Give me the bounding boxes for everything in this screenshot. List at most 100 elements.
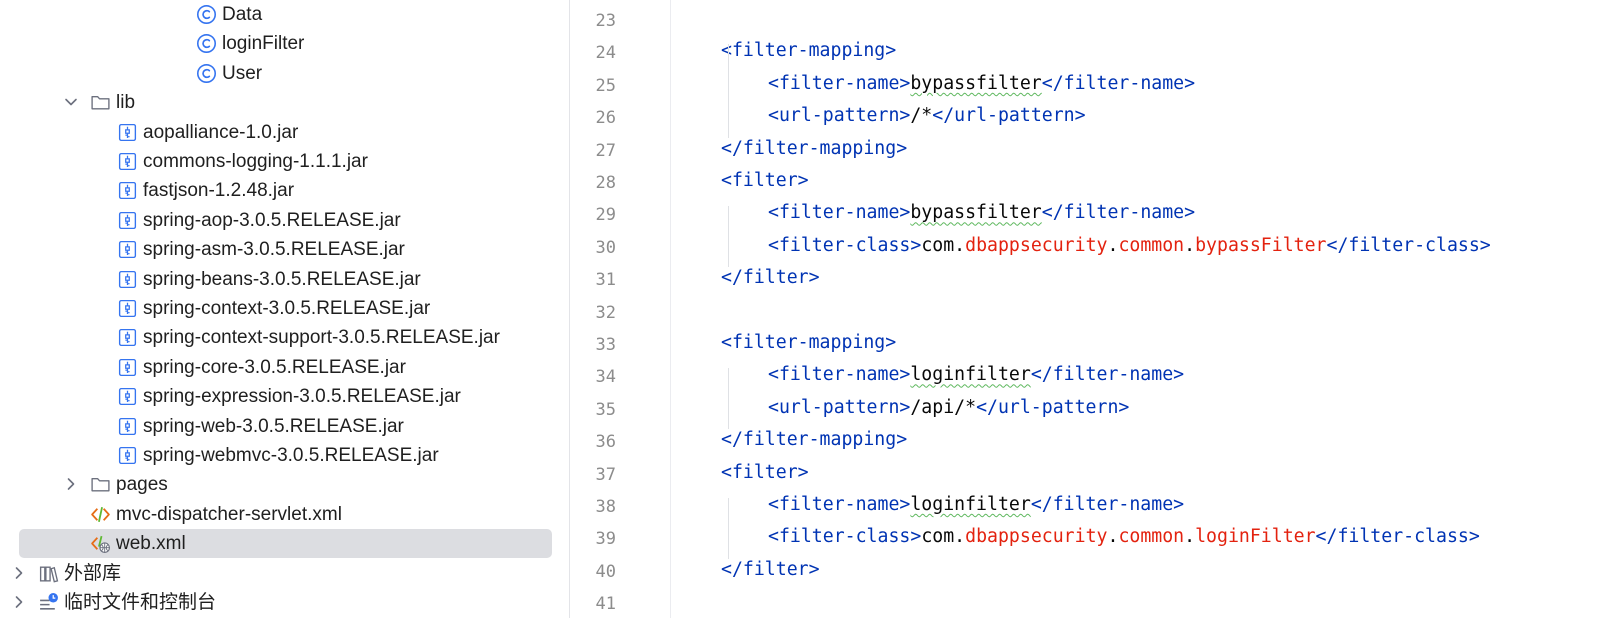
line-number: 24 bbox=[595, 43, 616, 64]
jar-icon bbox=[117, 269, 138, 290]
text-content: com. bbox=[921, 234, 966, 256]
xml-tag: <filter-mapping> bbox=[721, 40, 897, 62]
tree-item[interactable]: spring-beans-3.0.5.RELEASE.jar bbox=[0, 265, 569, 294]
tree-item-label: mvc-dispatcher-servlet.xml bbox=[116, 503, 342, 525]
xml-tag: <filter-class> bbox=[768, 526, 922, 548]
text-content: com. bbox=[921, 526, 966, 548]
code-line[interactable]: </filter> bbox=[721, 559, 820, 580]
java-class-icon bbox=[196, 63, 217, 84]
tree-item[interactable]: spring-core-3.0.5.RELEASE.jar bbox=[0, 353, 569, 382]
xml-tag: </filter-class> bbox=[1315, 526, 1480, 548]
code-line[interactable]: <url-pattern>/api/*</url-pattern> bbox=[768, 397, 1129, 418]
code-line[interactable]: <filter-class>com.dbappsecurity.common.b… bbox=[768, 235, 1491, 256]
tree-item[interactable]: aopalliance-1.0.jar bbox=[0, 118, 569, 147]
tree-item-label: fastjson-1.2.48.jar bbox=[143, 180, 295, 202]
jar-icon bbox=[117, 327, 138, 348]
xml-tag: <filter> bbox=[721, 461, 809, 483]
code-line[interactable]: <filter-name>bypassfilter</filter-name> bbox=[768, 202, 1195, 223]
tree-item[interactable]: Data bbox=[0, 0, 569, 29]
line-number: 28 bbox=[595, 173, 616, 193]
tree-item[interactable]: spring-web-3.0.5.RELEASE.jar bbox=[0, 412, 569, 441]
tree-item-label: spring-asm-3.0.5.RELEASE.jar bbox=[143, 239, 405, 261]
tree-item-label: aopalliance-1.0.jar bbox=[143, 121, 299, 143]
project-tree-panel: Data loginFilter User lib aopalliance-1.0.ja… bbox=[0, 0, 569, 618]
tree-item[interactable]: spring-webmvc-3.0.5.RELEASE.jar bbox=[0, 441, 569, 470]
code-line[interactable]: </filter> bbox=[721, 267, 820, 288]
line-number: 32 bbox=[595, 302, 616, 323]
text-content: loginfilter bbox=[910, 494, 1031, 515]
code-line[interactable]: <filter> bbox=[721, 462, 809, 483]
chevron-right-icon[interactable] bbox=[11, 594, 27, 610]
xml-file-icon bbox=[90, 504, 111, 525]
tree-item-label: User bbox=[222, 62, 263, 84]
jar-icon bbox=[117, 357, 138, 378]
code-line[interactable]: <filter-name>bypassfilter</filter-name> bbox=[768, 73, 1195, 94]
line-number-gutter: 23 24 25 26 27 28 29 30 31 32 33 34 35 36 37 38 39 40 41 bbox=[570, 0, 670, 618]
tree-item[interactable]: loginFilter bbox=[0, 29, 569, 58]
line-number: 36 bbox=[595, 432, 616, 453]
text-content: . bbox=[1184, 526, 1196, 548]
tree-item[interactable]: commons-logging-1.1.1.jar bbox=[0, 147, 569, 176]
jar-icon bbox=[117, 151, 138, 172]
text-content: . bbox=[1107, 234, 1119, 256]
tree-item-label: spring-context-support-3.0.5.RELEASE.jar bbox=[143, 327, 500, 349]
line-number: 23 bbox=[595, 11, 616, 31]
code-line[interactable]: <filter-mapping> bbox=[721, 332, 896, 353]
line-number: 26 bbox=[595, 108, 616, 129]
tree-item-label: 外部库 bbox=[64, 562, 122, 584]
tree-item[interactable]: spring-context-support-3.0.5.RELEASE.jar bbox=[0, 323, 569, 352]
package-name: common bbox=[1118, 234, 1185, 256]
tree-item[interactable]: 临时文件和控制台 bbox=[0, 588, 569, 617]
text-content: . bbox=[1107, 526, 1119, 548]
line-number: 41 bbox=[595, 594, 616, 615]
code-line[interactable]: </filter-mapping> bbox=[721, 138, 907, 159]
xml-tag: </filter-name> bbox=[1041, 72, 1196, 94]
code-line[interactable]: <filter-mapping> bbox=[721, 40, 896, 61]
line-number: 39 bbox=[595, 529, 616, 550]
tree-item-label: spring-aop-3.0.5.RELEASE.jar bbox=[143, 209, 401, 231]
tree-item[interactable]: mvc-dispatcher-servlet.xml bbox=[0, 500, 569, 529]
xml-tag: </filter-mapping> bbox=[721, 137, 908, 159]
tree-item[interactable]: User bbox=[0, 59, 569, 88]
indent-guide bbox=[728, 206, 729, 268]
tree-item[interactable]: spring-expression-3.0.5.RELEASE.jar bbox=[0, 382, 569, 411]
tree-item[interactable]: web.xml bbox=[0, 529, 569, 559]
line-number: 31 bbox=[595, 270, 616, 291]
code-line[interactable]: <url-pattern>/*</url-pattern> bbox=[768, 105, 1086, 126]
chevron-right-icon[interactable] bbox=[11, 565, 27, 581]
tree-item[interactable]: spring-context-3.0.5.RELEASE.jar bbox=[0, 294, 569, 323]
gutter-separator bbox=[670, 0, 671, 618]
line-number: 29 bbox=[595, 205, 616, 226]
tree-item-label: spring-expression-3.0.5.RELEASE.jar bbox=[143, 386, 461, 408]
tree-item[interactable]: 外部库 bbox=[0, 559, 569, 588]
code-line[interactable]: <filter-class>com.dbappsecurity.common.l… bbox=[768, 526, 1480, 547]
xml-tag: </filter-class> bbox=[1326, 234, 1491, 256]
tree-item-label: web.xml bbox=[116, 533, 186, 555]
code-editor[interactable]: 23 24 25 26 27 28 29 30 31 32 33 34 35 36 37 38 39 40 41 <… bbox=[570, 0, 1599, 618]
line-number: 30 bbox=[595, 237, 616, 258]
package-name: bypassFilter bbox=[1195, 234, 1327, 256]
code-line[interactable]: <filter> bbox=[721, 170, 809, 191]
xml-tag: <filter-mapping> bbox=[721, 332, 897, 353]
xml-tag: <filter-name> bbox=[768, 364, 911, 386]
chevron-down-icon[interactable] bbox=[63, 94, 79, 110]
tree-item-label: spring-web-3.0.5.RELEASE.jar bbox=[143, 415, 404, 437]
xml-tag: <filter-name> bbox=[768, 72, 911, 94]
code-line[interactable]: <filter-name>loginfilter</filter-name> bbox=[768, 364, 1184, 385]
line-number: 35 bbox=[595, 399, 616, 420]
tree-item-label: spring-context-3.0.5.RELEASE.jar bbox=[143, 298, 431, 319]
text-content: bypassfilter bbox=[910, 202, 1042, 224]
chevron-right-icon[interactable] bbox=[63, 476, 79, 492]
xml-tag: <filter> bbox=[721, 170, 809, 191]
code-line[interactable]: <filter-name>loginfilter</filter-name> bbox=[768, 494, 1184, 515]
package-name: dbappsecurity bbox=[965, 526, 1108, 548]
tree-item[interactable]: spring-aop-3.0.5.RELEASE.jar bbox=[0, 206, 569, 235]
xml-tag: <filter-name> bbox=[768, 202, 911, 224]
tree-item[interactable]: lib bbox=[0, 88, 569, 117]
tree-item-label: 临时文件和控制台 bbox=[64, 592, 217, 613]
tree-item[interactable]: fastjson-1.2.48.jar bbox=[0, 176, 569, 205]
tree-item-label: commons-logging-1.1.1.jar bbox=[143, 151, 368, 172]
code-line[interactable]: </filter-mapping> bbox=[721, 429, 907, 450]
tree-item[interactable]: pages bbox=[0, 470, 569, 499]
tree-item[interactable]: spring-asm-3.0.5.RELEASE.jar bbox=[0, 235, 569, 264]
